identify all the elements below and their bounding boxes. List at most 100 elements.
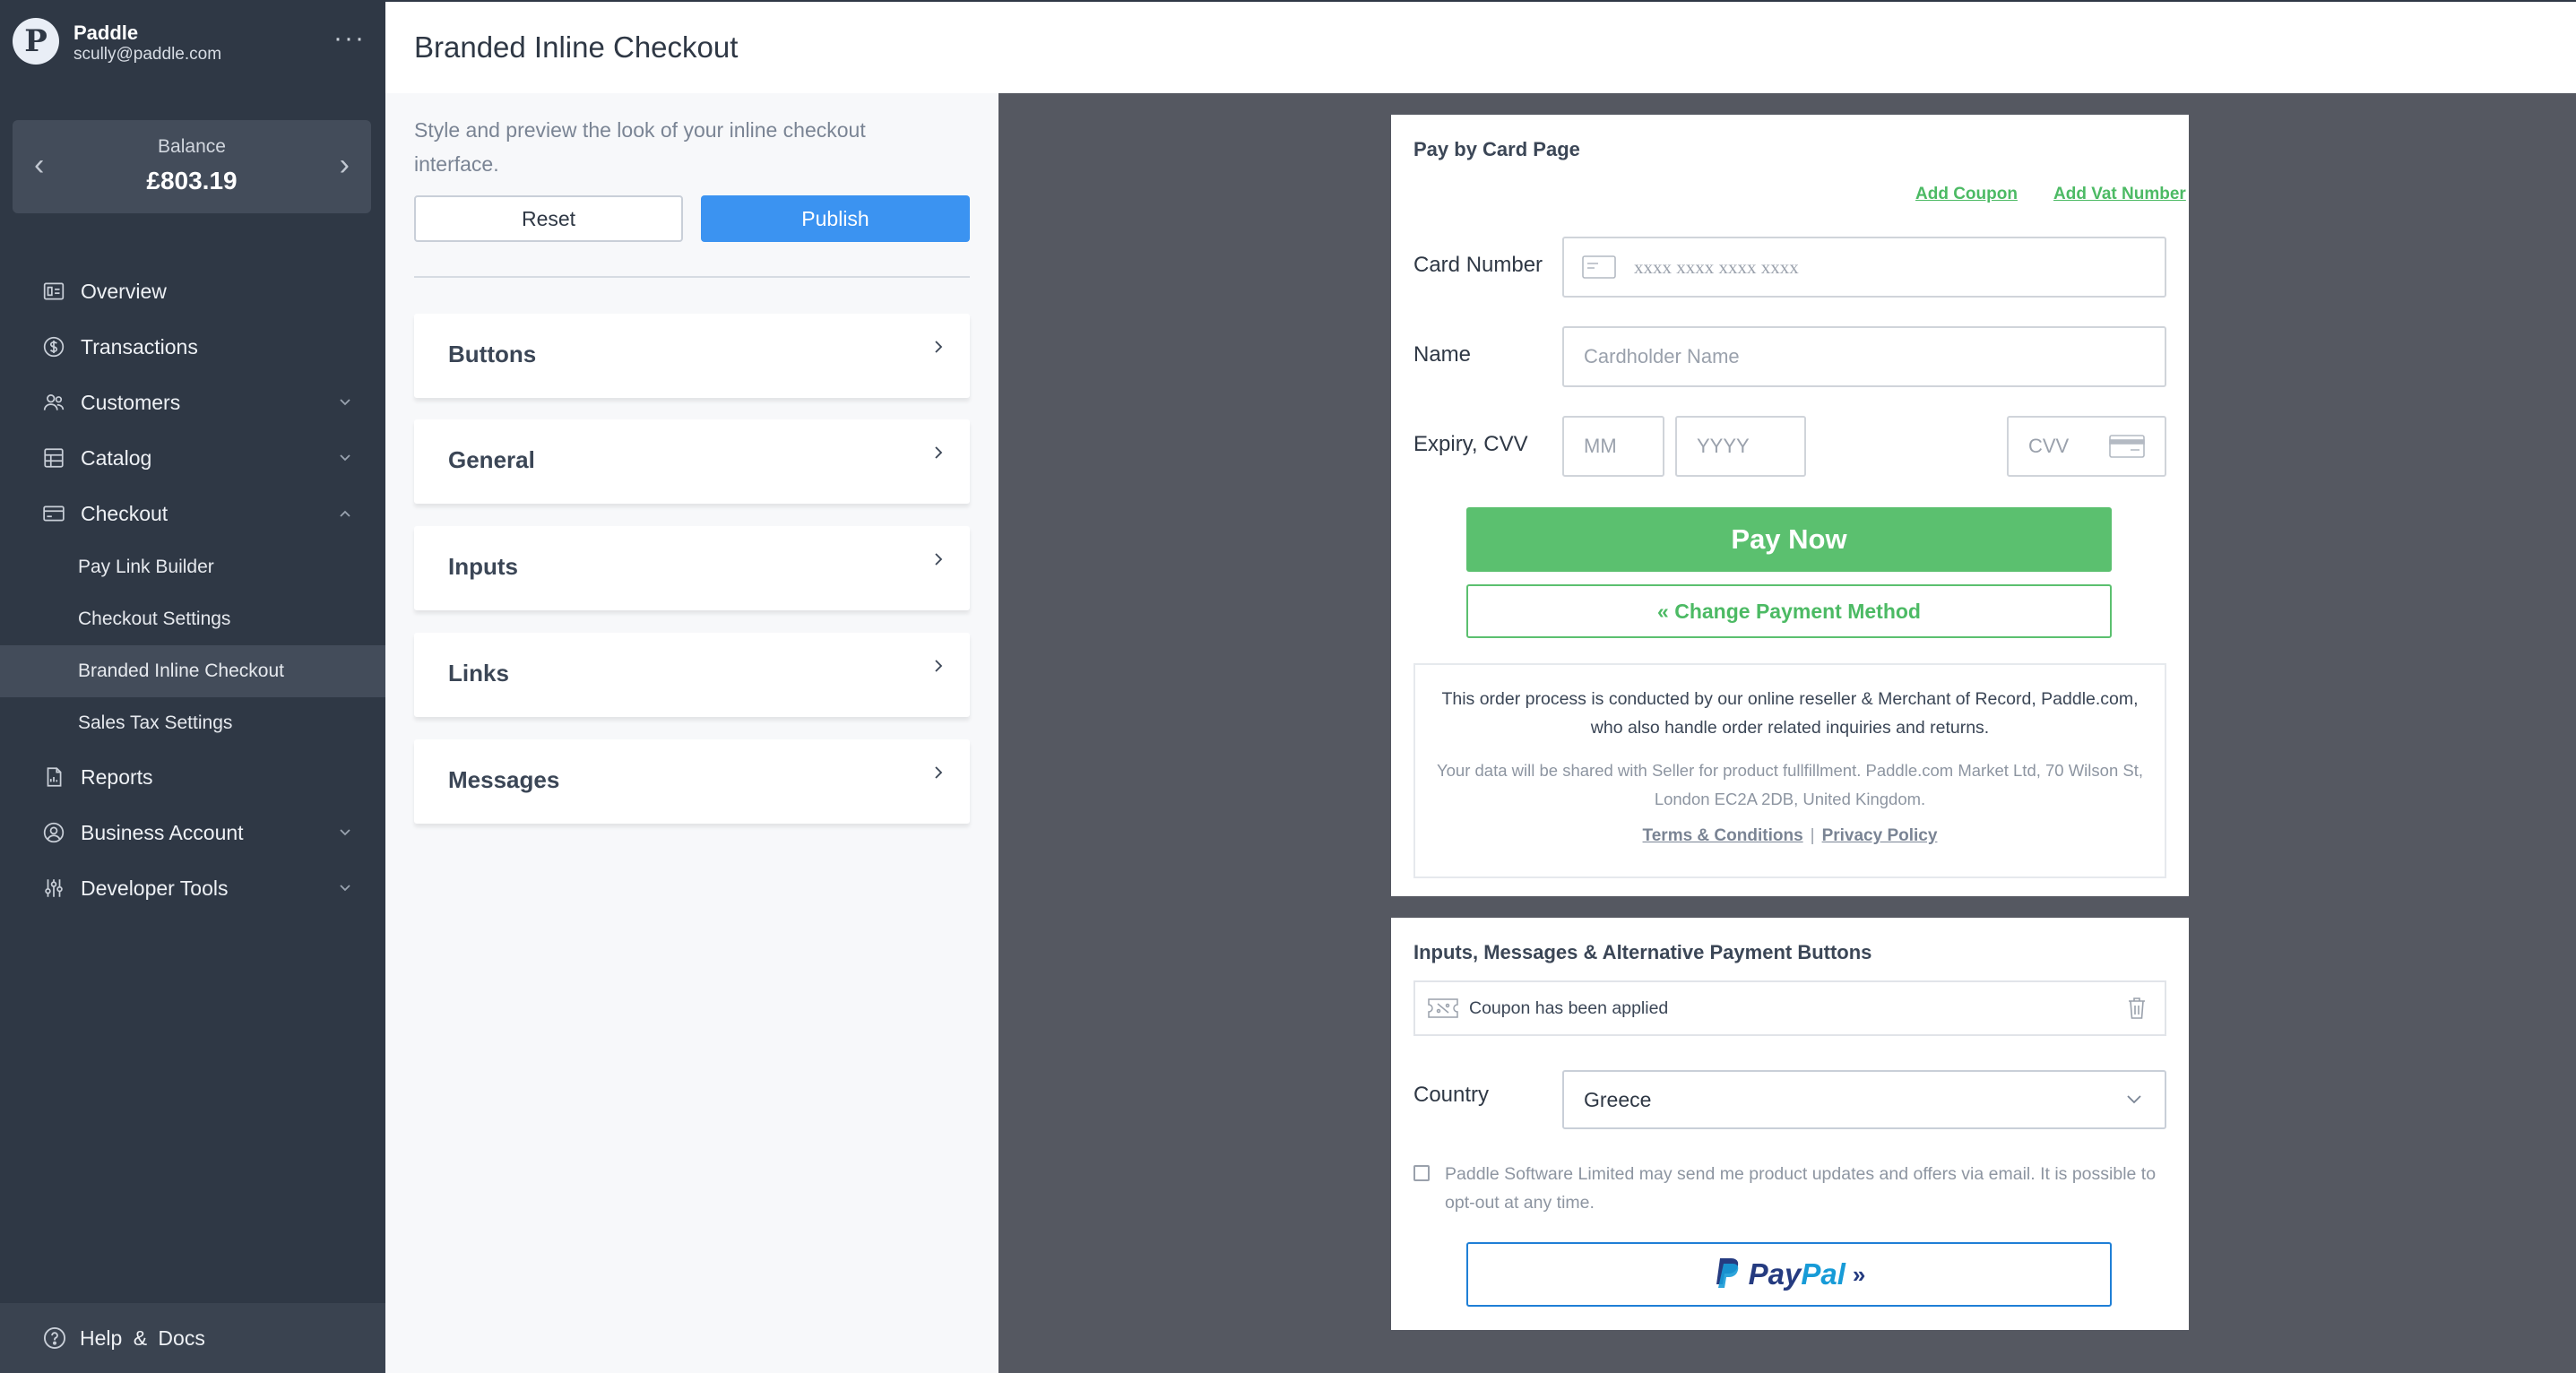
chevron-right-icon [935,446,943,459]
accordion-links[interactable]: Links [414,633,970,717]
cardholder-name-placeholder: Cardholder Name [1584,345,1740,367]
card-number-input[interactable]: xxxx xxxx xxxx xxxx [1562,237,2166,298]
cvv-input[interactable]: CVV [2007,416,2166,477]
name-label: Name [1413,342,1472,367]
change-payment-method-button[interactable]: « Change Payment Method [1466,584,2112,638]
paypal-wordmark: PayPal [1749,1257,1846,1291]
help-and-docs-link[interactable]: Help & Docs [0,1303,385,1373]
coupon-applied-text: Coupon has been applied [1469,997,1669,1018]
catalog-icon [44,448,64,468]
notice-data-sharing-text: Your data will be shared with Seller for… [1437,761,2143,808]
sidebar-item-label: Checkout [81,501,169,525]
paypal-button[interactable]: PayPal » [1466,1242,2112,1307]
cvv-placeholder: CVV [2028,435,2070,457]
accordion-messages[interactable]: Messages [414,739,970,824]
accordion-label: General [448,446,535,473]
coupon-ticket-icon [1428,998,1458,1018]
chevron-down-icon [340,885,350,892]
optin-text: Paddle Software Limited may send me prod… [1445,1164,2157,1213]
balance-next-icon[interactable]: › [340,147,350,183]
expiry-year-input[interactable]: YYYY [1675,416,1806,477]
sidebar-subitem-sales-tax-settings[interactable]: Sales Tax Settings [0,697,385,749]
divider [414,276,970,278]
chevron-up-icon [340,510,350,517]
pay-now-button[interactable]: Pay Now [1466,507,2112,572]
sidebar-item-developer-tools[interactable]: Developer Tools [0,860,385,916]
report-icon [47,767,62,787]
chevron-right-icon [935,660,943,672]
chevron-down-icon [340,454,350,462]
user-circle-icon [43,822,65,843]
users-icon [43,394,65,410]
more-options-icon[interactable]: ··· [333,25,366,52]
sidebar-item-label: Transactions [81,334,198,358]
country-select[interactable]: Greece [1562,1070,2166,1129]
sidebar-item-transactions[interactable]: Transactions [0,319,385,375]
accordion-inputs[interactable]: Inputs [414,526,970,610]
privacy-policy-link[interactable]: Privacy Policy [1822,826,1938,845]
balance-value: £803.19 [146,167,238,194]
balance-label: Balance [158,136,226,157]
expiry-year-placeholder: YYYY [1697,435,1750,457]
expiry-month-placeholder: MM [1584,435,1617,457]
sidebar-nav: Overview Transactions Customers Catalog … [0,263,385,916]
accordion-label: Buttons [448,341,537,367]
expiry-month-input[interactable]: MM [1562,416,1664,477]
checkout-preview: Pay by Card Page Add Coupon Add Vat Numb… [998,93,2576,1373]
country-selected-value: Greece [1584,1087,1652,1111]
question-circle-icon [43,1326,66,1350]
style-settings-panel: Style and preview the look of your inlin… [385,93,998,1373]
dollar-circle-icon [43,336,65,358]
expiry-cvv-label: Expiry, CVV [1413,432,1528,456]
sliders-icon [45,879,63,897]
trash-icon[interactable] [2127,997,2147,1020]
chevron-right-icon [935,341,943,353]
sidebar-item-label: Catalog [81,445,152,470]
sidebar-item-catalog[interactable]: Catalog [0,430,385,486]
sidebar: P Paddle scully@paddle.com ··· ‹ Balance… [0,0,385,1373]
chevron-right-icon [935,553,943,566]
sidebar-item-label: Overview [81,279,167,303]
chevron-right-icon [935,766,943,779]
marketing-optin: Paddle Software Limited may send me prod… [1413,1160,2166,1217]
balance-widget: ‹ Balance £803.19 › [13,120,371,213]
add-coupon-link[interactable]: Add Coupon [1915,185,2018,204]
legal-links: Terms & Conditions | Privacy Policy [1415,826,2165,846]
merchant-of-record-notice: This order process is conducted by our o… [1413,663,2166,878]
inputs-messages-preview: Inputs, Messages & Alternative Payment B… [1391,918,2189,1330]
sidebar-item-customers[interactable]: Customers [0,375,385,430]
notice-main-text: This order process is conducted by our o… [1441,689,2139,738]
accordion-general[interactable]: General [414,419,970,504]
accordion-buttons[interactable]: Buttons [414,314,970,398]
link-separator: | [1810,826,1815,845]
sidebar-subitem-checkout-settings[interactable]: Checkout Settings [0,593,385,645]
sidebar-item-label: Customers [81,390,181,414]
help-label: Help & Docs [80,1326,205,1350]
accordion-label: Messages [448,766,560,793]
terms-link[interactable]: Terms & Conditions [1643,826,1803,845]
sidebar-item-checkout[interactable]: Checkout [0,486,385,541]
card-title: Pay by Card Page [1413,138,1580,160]
credit-card-icon [43,505,65,522]
optin-checkbox[interactable] [1413,1165,1430,1181]
account-switcher[interactable]: P Paddle scully@paddle.com ··· [13,18,373,68]
sidebar-item-reports[interactable]: Reports [0,749,385,805]
panel-description: Style and preview the look of your inlin… [414,118,866,176]
coupon-applied-message: Coupon has been applied [1413,980,2166,1036]
sidebar-subitem-pay-link-builder[interactable]: Pay Link Builder [0,541,385,593]
sidebar-item-business-account[interactable]: Business Account [0,805,385,860]
chevron-down-icon [340,829,350,836]
sidebar-item-overview[interactable]: Overview [0,263,385,319]
account-email: scully@paddle.com [73,45,222,64]
page-header: Branded Inline Checkout [385,0,2576,93]
logo-letter: P [24,23,48,59]
add-vat-number-link[interactable]: Add Vat Number [2053,185,2186,204]
pay-by-card-preview: Pay by Card Page Add Coupon Add Vat Numb… [1391,115,2189,896]
sidebar-subitem-branded-inline-checkout[interactable]: Branded Inline Checkout [0,645,385,697]
cardholder-name-input[interactable]: Cardholder Name [1562,326,2166,387]
reset-button[interactable]: Reset [414,195,683,242]
sidebar-item-label: Developer Tools [81,876,229,900]
accordion-label: Inputs [448,553,518,580]
overview-icon [43,282,65,300]
publish-button[interactable]: Publish [701,195,970,242]
